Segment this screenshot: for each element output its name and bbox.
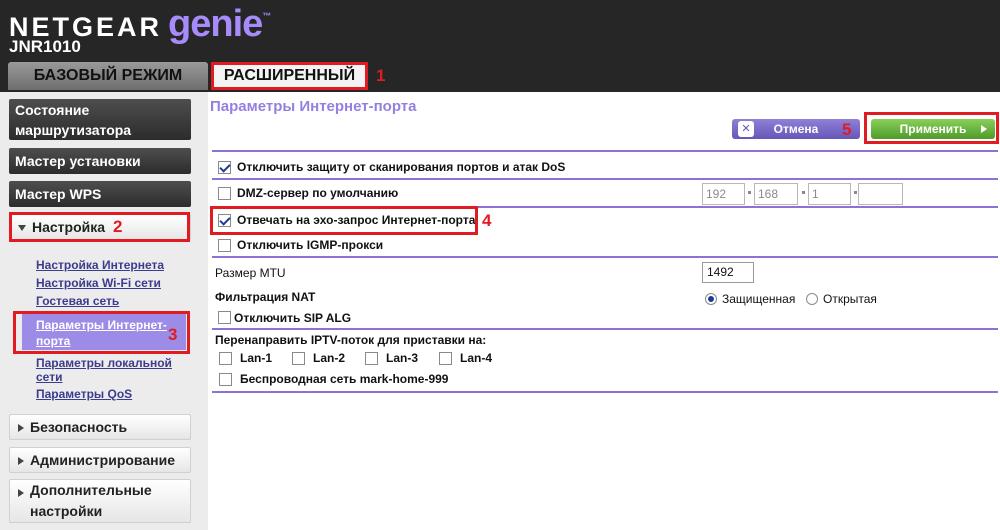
apply-button-label: Применить bbox=[899, 122, 967, 136]
button-bar: ✕ Отмена 5 Применить bbox=[208, 112, 1000, 144]
iptv-wireless-checkbox[interactable] bbox=[219, 373, 232, 386]
ip-dot bbox=[802, 191, 805, 194]
sidebar-item-wps-wizard[interactable]: Мастер WPS bbox=[9, 181, 191, 207]
play-arrow-icon bbox=[981, 125, 987, 133]
sidebar-subitem-lan-setup[interactable]: Параметры локальной сети bbox=[36, 356, 186, 384]
iptv-lan-3-label: Lan-3 bbox=[386, 351, 419, 365]
dmz-ip-octet-2[interactable]: 168 bbox=[754, 183, 798, 205]
annotation-marker-5: 5 bbox=[842, 120, 852, 139]
sidebar-subitem-qos[interactable]: Параметры QoS bbox=[36, 387, 186, 401]
annotation-marker-2: 2 bbox=[113, 217, 123, 236]
main-content: Параметры Интернет-порта ✕ Отмена 5 Прим… bbox=[208, 92, 1000, 530]
annotation-marker-3: 3 bbox=[168, 325, 178, 344]
nat-filtering-label: Фильтрация NAT bbox=[215, 290, 316, 304]
separator bbox=[212, 178, 998, 180]
tab-basic-mode[interactable]: БАЗОВЫЙ РЕЖИМ bbox=[8, 62, 208, 90]
dmz-ip-octet-3[interactable]: 1 bbox=[808, 183, 851, 205]
disable-scan-protection-checkbox[interactable] bbox=[218, 161, 231, 174]
iptv-lan-4-label: Lan-4 bbox=[460, 351, 493, 365]
nat-secured-label: Защищенная bbox=[722, 292, 796, 306]
sidebar-item-administration-label: Администрирование bbox=[30, 452, 175, 468]
sidebar-subitem-internet-port-active[interactable]: Параметры Интернет-порта bbox=[22, 314, 186, 350]
sidebar-subitem-wifi-setup[interactable]: Настройка Wi-Fi сети bbox=[36, 276, 186, 290]
disable-igmp-checkbox[interactable] bbox=[218, 239, 231, 252]
chevron-right-icon bbox=[18, 489, 24, 497]
disable-igmp-label: Отключить IGMP-прокси bbox=[237, 238, 384, 252]
annotation-marker-4: 4 bbox=[482, 211, 492, 230]
sidebar-item-advanced-settings-label: Дополнительные настройки bbox=[30, 482, 152, 519]
disable-sip-alg-label: Отключить SIP ALG bbox=[234, 311, 352, 325]
iptv-lan-2-checkbox[interactable] bbox=[292, 352, 305, 365]
chevron-right-icon bbox=[18, 457, 24, 466]
sidebar-subitem-guest-network[interactable]: Гостевая сеть bbox=[36, 294, 186, 308]
brand-genie: genie bbox=[168, 3, 263, 45]
chevron-right-icon bbox=[18, 424, 24, 433]
respond-ping-label: Отвечать на эхо-запрос Интернет-порта bbox=[237, 213, 476, 227]
chevron-down-icon bbox=[18, 225, 26, 232]
apply-button[interactable]: Применить bbox=[871, 119, 995, 139]
nat-open-label: Открытая bbox=[823, 292, 877, 306]
model-name: JNR1010 bbox=[9, 37, 81, 56]
iptv-lan-1-label: Lan-1 bbox=[240, 351, 273, 365]
brand-tm: ™ bbox=[262, 11, 272, 21]
cancel-button-label: Отмена bbox=[773, 122, 819, 136]
sidebar-item-setup-wizard[interactable]: Мастер установки bbox=[9, 148, 191, 174]
disable-scan-protection-label: Отключить защиту от сканирования портов … bbox=[237, 160, 566, 174]
iptv-wireless-label: Беспроводная сеть mark-home-999 bbox=[240, 372, 449, 386]
sidebar-item-administration[interactable]: Администрирование bbox=[9, 447, 191, 473]
tab-advanced-mode[interactable]: РАСШИРЕННЫЙ bbox=[211, 62, 368, 90]
dmz-server-checkbox[interactable] bbox=[218, 187, 231, 200]
sidebar-subitem-internet-setup[interactable]: Настройка Интернета bbox=[36, 258, 186, 272]
sidebar-item-security-label: Безопасность bbox=[30, 419, 128, 435]
separator bbox=[212, 256, 998, 258]
sidebar: Состояние маршрутизатора Мастер установк… bbox=[0, 92, 208, 530]
nat-secured-radio[interactable] bbox=[705, 293, 717, 305]
iptv-lan-1-checkbox[interactable] bbox=[219, 352, 232, 365]
sidebar-item-setup-label: Настройка bbox=[32, 219, 106, 235]
sidebar-item-advanced-settings[interactable]: Дополнительные настройки bbox=[9, 479, 191, 523]
page-title: Параметры Интернет-порта bbox=[210, 98, 417, 115]
separator bbox=[212, 206, 998, 208]
ip-dot bbox=[854, 191, 857, 194]
iptv-lan-3-checkbox[interactable] bbox=[365, 352, 378, 365]
header: NETGEAR genie™ JNR1010 БАЗОВЫЙ РЕЖИМ РАСШ… bbox=[0, 0, 1000, 92]
iptv-lan-4-checkbox[interactable] bbox=[439, 352, 452, 365]
iptv-lan-2-label: Lan-2 bbox=[313, 351, 346, 365]
sidebar-subitem-internet-port-label: Параметры Интернет-порта bbox=[36, 318, 167, 348]
sidebar-item-security[interactable]: Безопасность bbox=[9, 414, 191, 440]
nat-open-radio[interactable] bbox=[806, 293, 818, 305]
separator bbox=[212, 328, 998, 330]
sidebar-item-setup[interactable]: Настройка bbox=[9, 214, 191, 240]
dmz-server-label: DMZ-сервер по умолчанию bbox=[237, 186, 399, 200]
iptv-redirect-label: Перенаправить IPTV-поток для приставки н… bbox=[215, 333, 487, 347]
separator bbox=[212, 391, 998, 393]
sidebar-item-router-status[interactable]: Состояние маршрутизатора bbox=[9, 99, 191, 140]
dmz-ip-octet-1[interactable]: 192 bbox=[702, 183, 745, 205]
mtu-size-input[interactable]: 1492 bbox=[702, 262, 754, 283]
separator bbox=[212, 150, 998, 152]
dmz-ip-octet-4[interactable] bbox=[858, 183, 903, 205]
respond-ping-checkbox[interactable] bbox=[218, 214, 231, 227]
annotation-marker-1: 1 bbox=[376, 66, 386, 85]
mtu-size-label: Размер MTU bbox=[215, 266, 286, 280]
disable-sip-alg-checkbox[interactable] bbox=[218, 311, 231, 324]
ip-dot bbox=[748, 191, 751, 194]
cancel-button[interactable]: ✕ Отмена bbox=[732, 119, 860, 139]
close-icon: ✕ bbox=[738, 121, 754, 137]
